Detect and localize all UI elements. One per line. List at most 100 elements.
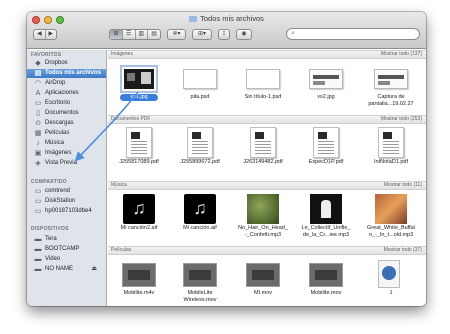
file-item[interactable]: J255899672.pdf — [169, 126, 231, 178]
pdf-file-icon — [187, 127, 213, 158]
file-name: Great_White_Buffal o_-_In_t...old.mp3 — [367, 225, 415, 238]
search-icon: ⌕ — [291, 30, 295, 37]
file-name: Mobilite.m4v — [123, 290, 155, 296]
sidebar-item-label: AirDrop — [45, 80, 66, 86]
sidebar-item[interactable]: A Aplicaciones — [27, 89, 106, 98]
share-button[interactable]: ⇪ — [218, 29, 230, 40]
applications-icon: A — [35, 90, 41, 97]
image-thumbnail — [374, 69, 408, 89]
coverflow-view-button[interactable]: ▤ — [148, 30, 160, 39]
drive-icon: ▬ — [34, 246, 42, 253]
file-item[interactable]: IntNotaD1.pdf — [360, 126, 422, 178]
file-name: MobileLite Wireless.mov — [183, 290, 217, 303]
sidebar-item-label: Música — [45, 140, 65, 146]
file-name: IntNotaD1.pdf — [374, 159, 408, 165]
file-name: pila.psd — [190, 94, 210, 100]
sidebar-item-label: Vista Previa — [45, 160, 77, 166]
action-menu-button[interactable]: ✲▾ — [167, 29, 186, 40]
file-item[interactable]: MI.mov — [232, 257, 294, 306]
quick-look-button[interactable]: ◉ — [236, 29, 252, 40]
eject-icon[interactable]: ⏏ — [91, 265, 97, 274]
search-field[interactable]: ⌕ — [286, 28, 420, 40]
preview-icon: ◈ — [35, 160, 41, 167]
file-name: Mi canción2.aif — [120, 225, 158, 231]
icon-view-button[interactable]: ⊞ — [110, 30, 123, 39]
sidebar-item[interactable]: ◆ Dropbox — [27, 59, 106, 68]
file-item[interactable]: 1 — [360, 257, 422, 306]
file-name: MI.mov — [253, 290, 273, 296]
forward-button[interactable]: ▶ — [46, 30, 57, 39]
file-item[interactable]: vs2.jpg — [295, 61, 357, 113]
file-item[interactable]: J263149482.pdf — [232, 126, 294, 178]
view-buttons: ⊞ ☰ ▥ ▤ — [109, 29, 161, 40]
file-item[interactable]: Mobilite.mov — [295, 257, 357, 306]
downloads-icon: ⊙ — [35, 120, 41, 127]
show-all-link[interactable]: Mostrar todo (11) — [384, 182, 422, 189]
sidebar-item-label: Dropbox — [45, 60, 68, 66]
sidebar-item[interactable]: ▤ Todos mis archivos — [27, 69, 106, 78]
pdf-file-icon — [250, 127, 276, 158]
file-item[interactable]: Mobilite.m4v — [108, 257, 170, 306]
section-title: Música — [111, 182, 127, 188]
folder-icon — [189, 16, 198, 22]
back-button[interactable]: ◀ — [34, 30, 46, 39]
sidebar-item-label: NO NAME — [45, 266, 74, 272]
sidebar-item[interactable]: ◠ AirDrop — [27, 79, 106, 88]
sidebar-item[interactable]: ▭ DiskStation — [27, 197, 106, 206]
file-item[interactable]: Le_Collectif_Unifie_ de_la_Cr...iee.mp3 — [295, 192, 357, 244]
sidebar-item[interactable]: ▬ NO NAME ⏏ — [27, 265, 106, 274]
sidebar-item[interactable]: ▬ Video — [27, 255, 106, 264]
file-name: J263149482.pdf — [243, 159, 283, 165]
arrange-menu-button[interactable]: ⊞▾ — [192, 29, 212, 40]
file-name: Le_Collectif_Unifie_ de_la_Cr...iee.mp3 — [301, 225, 351, 238]
sidebar-item[interactable]: ▭ comtrend — [27, 187, 106, 196]
sidebar-item[interactable]: ♪ Música — [27, 139, 106, 148]
sidebar-item[interactable]: ▭ hp00187103dbe4 — [27, 207, 106, 216]
sidebar-item-label: Películas — [45, 130, 70, 136]
file-item[interactable]: vs1.jpg — [108, 61, 170, 113]
list-view-button[interactable]: ☰ — [123, 30, 136, 39]
file-item[interactable]: No_Hair_On_Head_ -_Confetti.mp3 — [232, 192, 294, 244]
file-item[interactable]: MobileLite Wireless.mov — [169, 257, 231, 306]
file-item[interactable]: ♫ Mi canción.aif — [169, 192, 231, 244]
nav-buttons: ◀ ▶ — [33, 29, 57, 40]
image-thumbnail — [120, 65, 158, 93]
sidebar-item[interactable]: ▣ Imágenes — [27, 149, 106, 158]
sidebar-item-label: comtrend — [45, 188, 71, 194]
sidebar-item[interactable]: ◈ Vista Previa — [27, 159, 106, 168]
file-name: Sin título-1.psd — [244, 94, 282, 100]
file-item[interactable]: ♫ Mi canción2.aif — [108, 192, 170, 244]
file-item[interactable]: Sin título-1.psd — [232, 61, 294, 113]
file-browser-content: Imágenes Mostrar todo (137) vs1.jpg pila.ps… — [108, 50, 426, 306]
pdf-file-icon — [126, 127, 152, 158]
dropbox-icon: ◆ — [35, 60, 41, 67]
sidebar-item[interactable]: ⊙ Descargas — [27, 119, 106, 128]
file-item[interactable]: J255817089.pdf — [108, 126, 170, 178]
sidebar-item-label: Descargas — [45, 120, 74, 126]
sidebar-item[interactable]: ▭ Escritorio — [27, 99, 106, 108]
image-thumbnail — [309, 69, 343, 89]
sidebar-item-label: DiskStation — [45, 198, 76, 204]
file-name: J255817089.pdf — [119, 159, 159, 165]
sidebar-item[interactable]: ▦ Películas — [27, 129, 106, 138]
show-all-link[interactable]: Mostrar todo (253) — [381, 116, 422, 123]
show-all-link[interactable]: Mostrar todo (37) — [384, 247, 422, 254]
show-all-link[interactable]: Mostrar todo (137) — [381, 51, 422, 58]
file-item[interactable]: Captura de pantalla...19.02.27 — [360, 61, 422, 113]
column-view-button[interactable]: ▥ — [136, 30, 149, 39]
file-name: Captura de pantalla...19.02.27 — [368, 94, 414, 107]
pictures-icon: ▣ — [34, 150, 42, 157]
sidebar-item[interactable]: ▯ Documentos — [27, 109, 106, 118]
sidebar-item[interactable]: ▬ Tera — [27, 235, 106, 244]
section-header: Música Mostrar todo (11) — [108, 181, 426, 190]
sidebar-item-label: Documentos — [45, 110, 79, 116]
file-name: J255899672.pdf — [180, 159, 220, 165]
sidebar-item[interactable]: ▬ BOOTCAMP — [27, 245, 106, 254]
file-item[interactable]: pila.psd — [169, 61, 231, 113]
file-name: vs1.jpg — [120, 94, 158, 101]
drive-icon: ▬ — [34, 256, 42, 263]
drive-icon: ▬ — [34, 266, 42, 273]
file-item[interactable]: EspecD1P.pdf — [295, 126, 357, 178]
file-item[interactable]: Great_White_Buffal o_-_In_t...old.mp3 — [360, 192, 422, 244]
sidebar-item-label: BOOTCAMP — [45, 246, 80, 252]
